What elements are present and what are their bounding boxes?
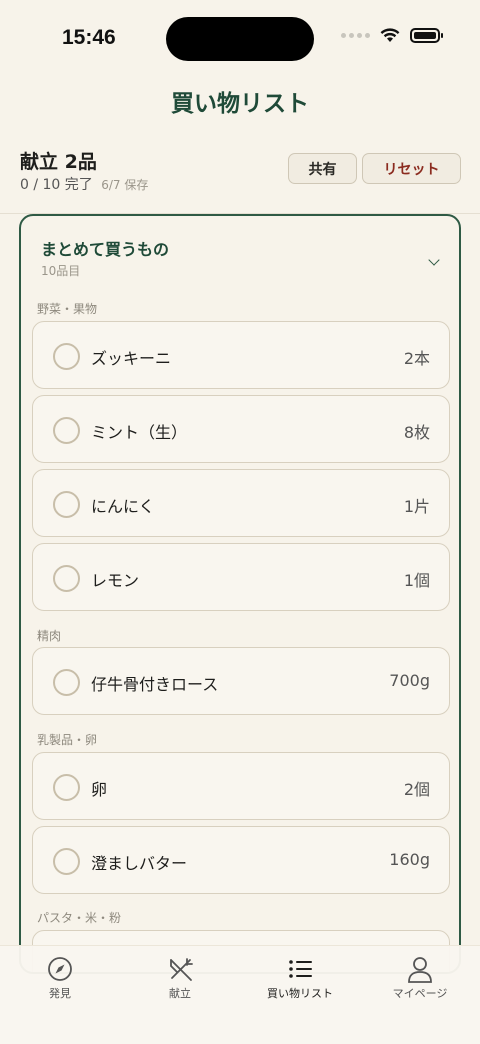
fork-knife-icon (170, 958, 193, 981)
item-name: 仔牛骨付きロース (91, 675, 219, 694)
tab-label: 献立 (169, 987, 191, 1000)
list-item[interactable]: ズッキーニ 2本 (32, 321, 450, 389)
checkbox[interactable] (53, 848, 80, 875)
item-name: ミント（生） (91, 423, 188, 442)
wifi-icon (380, 28, 400, 42)
item-quantity: 8枚 (403, 423, 430, 442)
dynamic-island (166, 17, 314, 61)
tab-menu[interactable]: 献立 (120, 946, 240, 1016)
checkbox[interactable] (53, 343, 80, 370)
item-name: ズッキーニ (91, 349, 172, 368)
checkbox[interactable] (53, 491, 80, 518)
item-name: レモン (91, 571, 140, 590)
tab-label: 買い物リスト (267, 987, 333, 1000)
list-icon (289, 960, 312, 978)
list-item[interactable]: ミント（生） 8枚 (32, 395, 450, 463)
list-item[interactable]: 卵 2個 (32, 752, 450, 820)
item-quantity: 2個 (403, 780, 430, 799)
item-name: 澄ましバター (91, 854, 188, 873)
tab-bar: 発見 献立 買い物リスト マイページ (0, 945, 480, 1044)
tab-label: 発見 (49, 987, 71, 1000)
list-item[interactable]: 仔牛骨付きロース 700g (32, 647, 450, 715)
item-name: 卵 (91, 780, 108, 799)
compass-icon (48, 957, 72, 981)
checkbox[interactable] (53, 669, 80, 696)
item-quantity: 1個 (403, 571, 430, 590)
list-item[interactable]: 澄ましバター 160g (32, 826, 450, 894)
tab-my-page[interactable]: マイページ (360, 946, 480, 1016)
share-button[interactable]: 共有 (288, 153, 357, 184)
person-icon (408, 957, 432, 983)
item-quantity: 700g (389, 671, 430, 690)
saved-date: 6/7 保存 (101, 178, 149, 192)
battery-icon (410, 28, 443, 43)
tab-label: マイページ (392, 987, 448, 1000)
item-quantity: 2本 (403, 349, 430, 368)
status-bar: 15:46 (0, 0, 480, 80)
list-item[interactable]: にんにく 1片 (32, 469, 450, 537)
tab-shopping-list[interactable]: 買い物リスト (240, 946, 360, 1016)
signal-icon (341, 33, 370, 38)
progress-text: 0 / 10 完了 6/7 保存 (20, 174, 148, 194)
status-time: 15:46 (62, 26, 116, 49)
status-icons (341, 28, 443, 43)
page-title: 買い物リスト (171, 91, 309, 117)
item-quantity: 1片 (403, 497, 430, 516)
summary-title: 献立 2品 (20, 151, 97, 173)
list-item[interactable]: レモン 1個 (32, 543, 450, 611)
tab-discover[interactable]: 発見 (0, 946, 120, 1016)
chevron-down-icon[interactable] (428, 254, 440, 266)
checkbox[interactable] (53, 565, 80, 592)
section-label-dairy: 乳製品・卵 (37, 733, 98, 747)
progress-count: 0 / 10 完了 (20, 177, 93, 193)
menu-summary: 献立 2品 0 / 10 完了 6/7 保存 共有 リセット (0, 128, 480, 214)
section-label-pasta: パスタ・米・粉 (37, 911, 122, 925)
reset-button[interactable]: リセット (362, 153, 461, 184)
checkbox[interactable] (53, 774, 80, 801)
section-label-produce: 野菜・果物 (37, 302, 98, 316)
item-name: にんにく (91, 497, 155, 516)
checkbox[interactable] (53, 417, 80, 444)
section-label-meat: 精肉 (37, 629, 62, 643)
card-title: まとめて買うもの (41, 240, 170, 259)
card-item-count: 10品目 (41, 264, 81, 278)
bulk-purchase-card: まとめて買うもの 10品目 野菜・果物 ズッキーニ 2本 ミント（生） 8枚 に… (19, 214, 461, 974)
item-quantity: 160g (389, 850, 430, 869)
